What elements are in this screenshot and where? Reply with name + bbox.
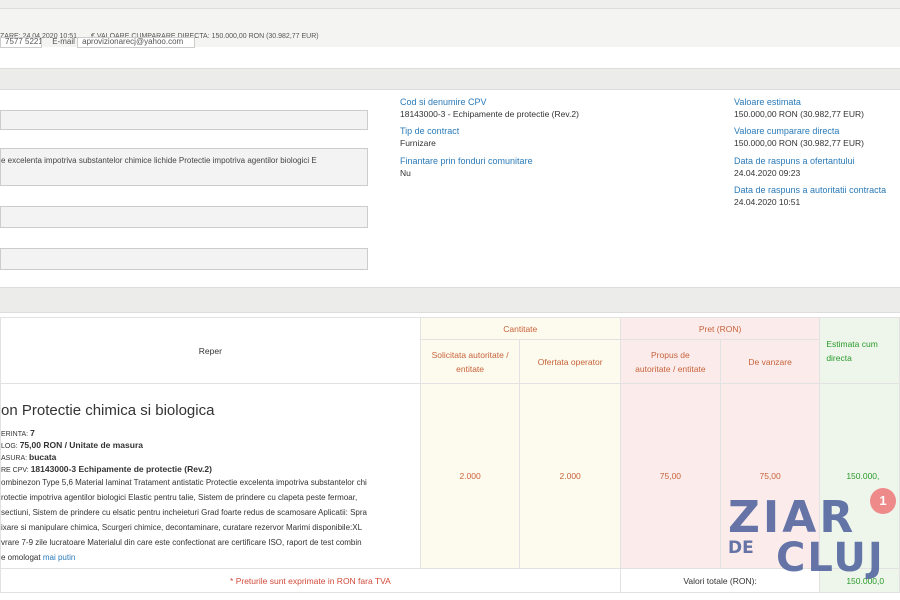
section-band-products xyxy=(0,287,900,313)
notification-badge[interactable]: 1 xyxy=(870,488,896,514)
pret-value: 75,00 RON / Unitate de masura xyxy=(19,440,143,450)
raspuns-ofertant-value: 24.04.2020 09:23 xyxy=(734,168,801,178)
desc-line-2: rotectie impotriva agentilor biologici E… xyxy=(1,493,358,502)
raspuns-autoritate-label: Data de raspuns a autoritatii contracta xyxy=(734,185,887,195)
pret-line: LOG: 75,00 RON / Unitate de masura xyxy=(1,440,143,450)
fonduri-label: Finantare prin fonduri comunitare xyxy=(400,156,533,166)
cpv-value: 18143000-3 - Echipamente de protectie (R… xyxy=(400,109,579,119)
field-2[interactable]: e excelenta impotriva substantelor chimi… xyxy=(0,148,368,186)
desc-line-4: ixare si manipulare chimica, Scurgeri ch… xyxy=(1,523,363,532)
estimata-header: Estimata cum directa xyxy=(819,317,900,384)
raspuns-autoritate-value: 24.04.2020 10:51 xyxy=(734,197,801,207)
pret-label: LOG: xyxy=(1,443,18,450)
cantitate-header: Cantitate xyxy=(419,317,621,340)
um-value: bucata xyxy=(29,452,57,462)
email-label: E-mail xyxy=(52,37,75,46)
footer-note: * Preturile sunt exprimate in RON fara T… xyxy=(0,568,621,593)
desc-line-6-text: e omologat xyxy=(1,553,41,562)
cpv-label: Cod si denumire CPV xyxy=(400,97,487,107)
section-band xyxy=(0,68,900,90)
val-estimata-value: 150.000,00 RON (30.982,77 EUR) xyxy=(734,109,864,119)
desc-line-5: vrare 7-9 zile lucratoare Materialul din… xyxy=(1,538,362,547)
pret-header: Pret (RON) xyxy=(619,317,821,340)
logo-word-ziar: ZIAR xyxy=(728,492,857,543)
contact-row: 7577 5221 E-mail aprovizionarecj@yahoo.c… xyxy=(0,37,196,48)
um-line: ASURA: bucata xyxy=(1,452,56,462)
cpv-row-value: 18143000-3 Echipamente de protectie (Rev… xyxy=(30,464,212,474)
desc-line-6: e omologat mai putin xyxy=(1,553,75,562)
field-3[interactable] xyxy=(0,206,368,228)
field-4[interactable] xyxy=(0,248,368,270)
product-title: on Protectie chimica si biologica xyxy=(1,402,215,419)
contract-label: Tip de contract xyxy=(400,126,460,136)
raspuns-ofertant-label: Data de raspuns a ofertantului xyxy=(734,156,855,166)
solicitata-value: 2.000 xyxy=(419,383,521,569)
um-label: ASURA: xyxy=(1,455,28,462)
vanzare-header: De vanzare xyxy=(719,339,821,384)
logo-word-de: DE xyxy=(728,538,754,558)
product-cell: on Protectie chimica si biologica ERINTA… xyxy=(0,383,421,569)
solicitata-header: Solicitata autoritate / entitate xyxy=(419,339,521,384)
val-directa-value: 150.000,00 RON (30.982,77 EUR) xyxy=(734,138,864,148)
ofertata-value: 2.000 xyxy=(519,383,621,569)
fonduri-value: Nu xyxy=(400,168,411,178)
propus-value: 75,00 xyxy=(619,383,721,569)
email-field: aprovizionarecj@yahoo.com xyxy=(77,37,196,48)
cerinta-value: 7 xyxy=(30,428,35,438)
ziar-de-cluj-logo: ZIAR DE CLUJ xyxy=(728,492,883,588)
desc-line-1: ombinezon Type 5,6 Material laminat Trat… xyxy=(1,478,367,487)
desc-line-3: sectiuni, Sistem de prindere cu elsatic … xyxy=(1,508,367,517)
ofertata-header: Ofertata operator xyxy=(519,339,621,384)
val-directa-label: Valoare cumparare directa xyxy=(734,126,840,136)
val-estimata-label: Valoare estimata xyxy=(734,97,801,107)
contract-value: Furnizare xyxy=(400,138,436,148)
more-link[interactable]: mai putin xyxy=(43,553,75,562)
cerinta-label: ERINTA: xyxy=(1,431,29,438)
cerinta-line: ERINTA: 7 xyxy=(1,428,35,438)
propus-header: Propus de autoritate / entitate xyxy=(619,339,721,384)
reper-header: Reper xyxy=(0,317,421,384)
phone-field: 7577 5221 xyxy=(0,37,42,48)
cpv-row-label: RE CPV: xyxy=(1,467,29,474)
logo-word-cluj: CLUJ xyxy=(776,535,885,581)
cpv-line: RE CPV: 18143000-3 Echipamente de protec… xyxy=(1,464,212,474)
field-1[interactable] xyxy=(0,110,368,130)
